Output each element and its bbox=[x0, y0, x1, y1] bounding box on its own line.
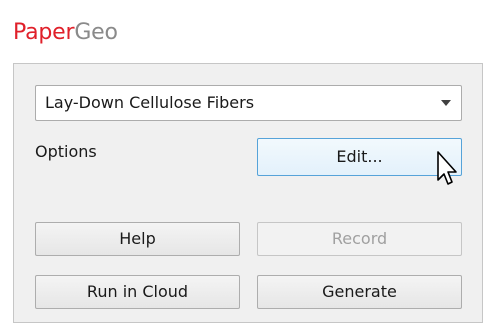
app-title: PaperGeo bbox=[13, 20, 118, 46]
options-group: Lay-Down Cellulose Fibers Options Edit..… bbox=[13, 63, 483, 323]
mouse-pointer-icon bbox=[437, 151, 457, 185]
papergeo-window: PaperGeo Lay-Down Cellulose Fibers Optio… bbox=[0, 0, 491, 336]
run-in-cloud-button[interactable]: Run in Cloud bbox=[35, 275, 240, 309]
options-label: Options bbox=[35, 142, 97, 161]
app-title-part2: Geo bbox=[74, 20, 118, 45]
record-button: Record bbox=[257, 222, 462, 256]
edit-button[interactable]: Edit... bbox=[257, 138, 462, 176]
help-button[interactable]: Help bbox=[35, 222, 240, 256]
preset-dropdown-value: Lay-Down Cellulose Fibers bbox=[45, 93, 255, 112]
app-title-part1: Paper bbox=[13, 20, 75, 45]
chevron-down-icon[interactable] bbox=[441, 100, 451, 106]
preset-dropdown[interactable]: Lay-Down Cellulose Fibers bbox=[35, 85, 462, 121]
generate-button[interactable]: Generate bbox=[257, 275, 462, 309]
